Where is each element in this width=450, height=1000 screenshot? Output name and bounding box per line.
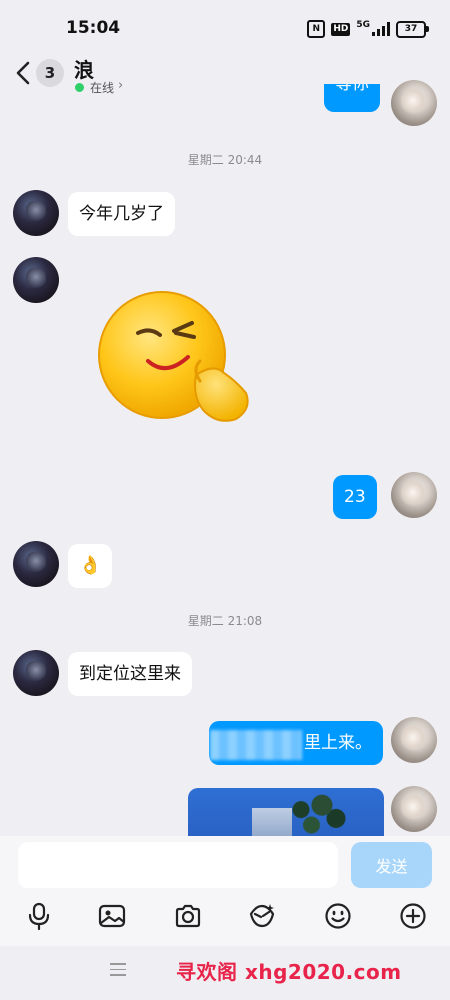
status-icons: N HD 5G 37 (307, 20, 429, 38)
message-text: 里上来。 (304, 733, 372, 753)
online-status-dot (75, 83, 84, 92)
plus-icon[interactable] (399, 902, 427, 930)
timestamp: 星期二 21:08 (187, 614, 263, 628)
unread-badge[interactable]: 3 (36, 59, 64, 87)
message-input[interactable] (18, 842, 338, 888)
my-avatar[interactable] (391, 786, 437, 832)
redacted-text (210, 730, 302, 760)
nav-menu-icon[interactable] (110, 963, 126, 977)
chevron-right-icon[interactable]: › (118, 78, 123, 93)
status-time: 15:04 (66, 18, 121, 38)
timestamp: 星期二 20:44 (187, 153, 263, 167)
image-message[interactable] (188, 788, 384, 836)
smirk-face-sticker-icon[interactable] (96, 285, 252, 427)
contact-avatar[interactable] (13, 650, 59, 696)
camera-icon[interactable] (174, 902, 202, 930)
battery-icon: 37 (396, 20, 429, 38)
message-bubble-outgoing[interactable]: 23 (333, 475, 377, 519)
contact-avatar[interactable] (13, 257, 59, 303)
signal-icon (372, 22, 390, 36)
contact-avatar[interactable] (13, 541, 59, 587)
message-text: 等你 (335, 84, 369, 94)
red-packet-icon[interactable] (248, 902, 276, 930)
emoji-icon[interactable] (324, 902, 352, 930)
message-bubble-incoming[interactable]: 到定位这里来 (68, 652, 192, 696)
hd-icon: HD (331, 22, 351, 36)
send-button[interactable]: 发送 (351, 842, 432, 888)
my-avatar[interactable] (391, 80, 437, 126)
image-icon[interactable] (98, 902, 126, 930)
contact-avatar[interactable] (13, 190, 59, 236)
my-avatar[interactable] (391, 472, 437, 518)
message-bubble-outgoing[interactable]: 等你 (324, 84, 380, 112)
message-bubble-incoming[interactable]: 👌 (68, 544, 113, 588)
my-avatar[interactable] (391, 717, 437, 763)
battery-level: 37 (404, 24, 418, 34)
message-bubble-incoming[interactable]: 今年几岁了 (68, 192, 175, 236)
back-icon[interactable] (12, 58, 36, 88)
watermark: 寻欢阁 xhg2020.com (176, 960, 402, 984)
nfc-icon: N (307, 20, 326, 38)
online-status-text[interactable]: 在线 (90, 79, 114, 96)
microphone-icon[interactable] (25, 902, 53, 930)
network-type: 5G (356, 20, 370, 30)
